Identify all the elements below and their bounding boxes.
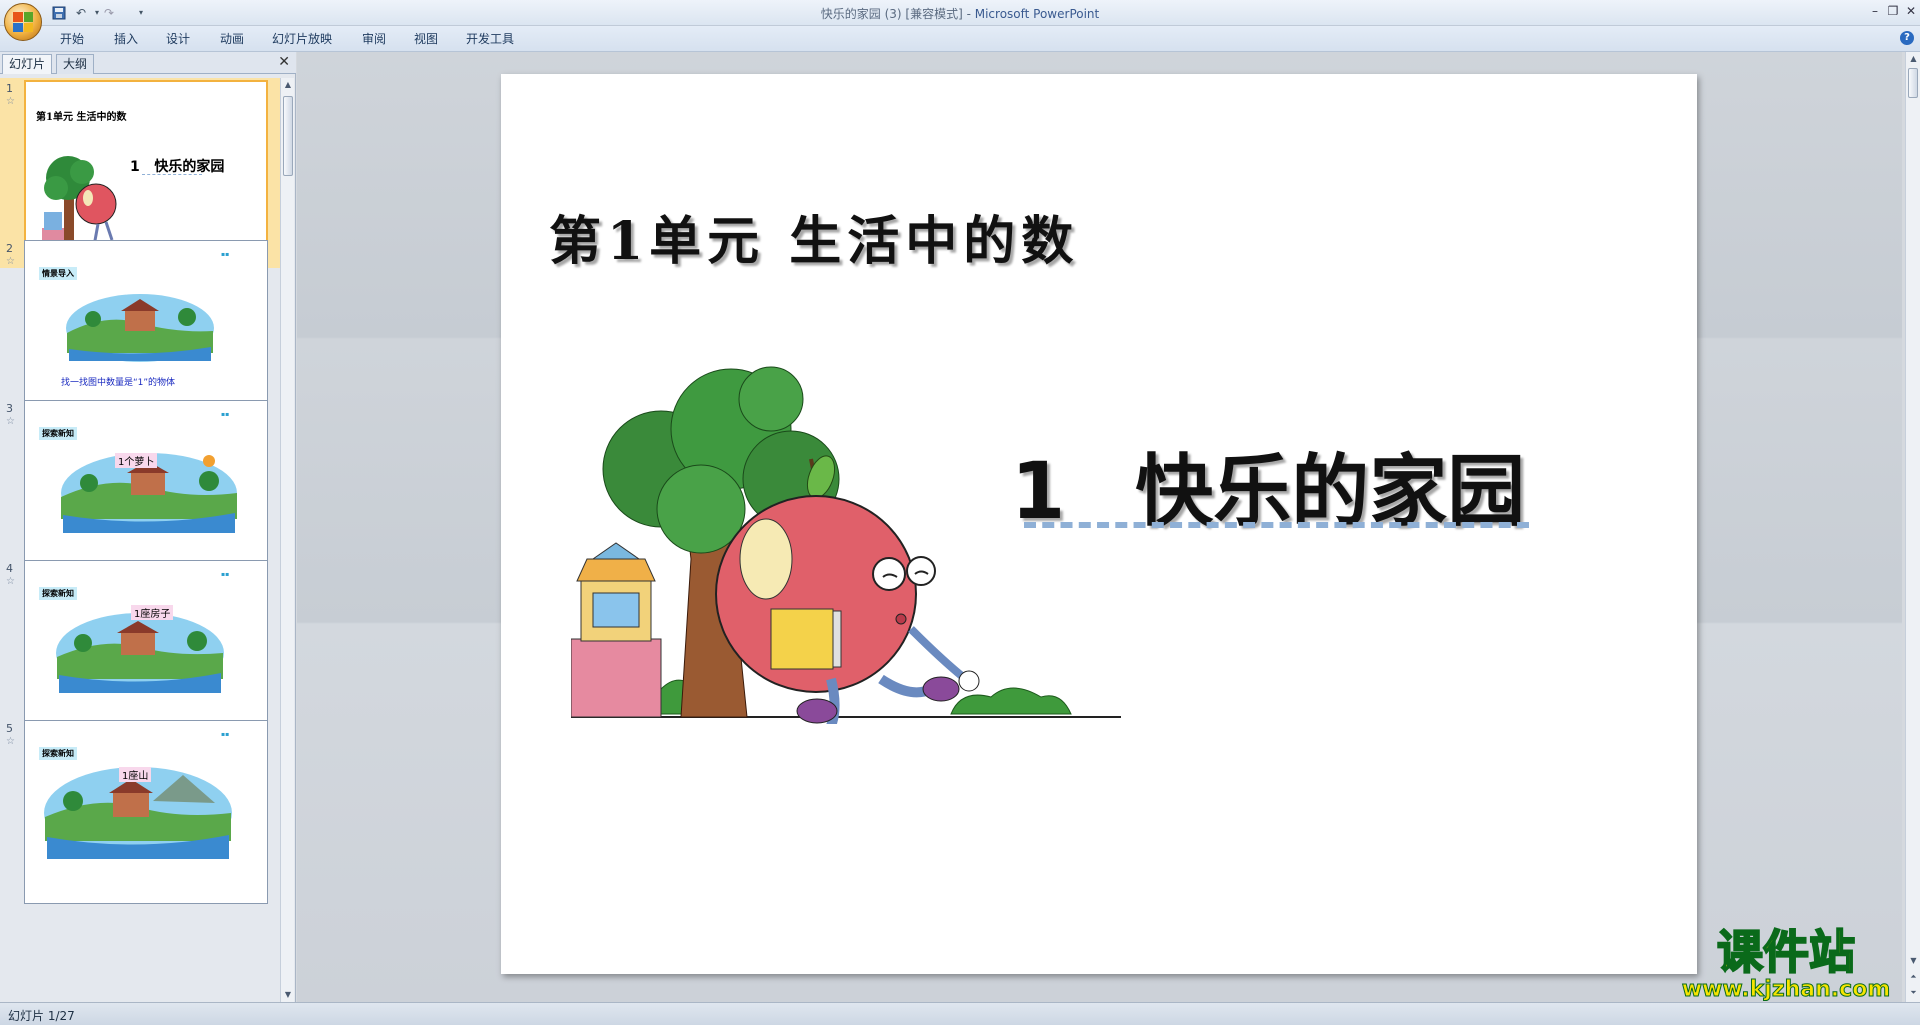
title-bar: ↶ ▾ ↷ ▾ 快乐的家园 (3) [兼容模式] - Microsoft Pow… bbox=[0, 0, 1920, 41]
thumb-tag: 探索新知 bbox=[39, 747, 77, 760]
window-title: 快乐的家园 (3) [兼容模式] - Microsoft PowerPoint bbox=[0, 5, 1920, 22]
thumbnail-scrollbar[interactable]: ▲ ▼ bbox=[280, 78, 294, 1002]
thumbnail-canvas: ▪▪ 探索新知 1座房子 bbox=[24, 560, 268, 744]
status-bar: 幻灯片 1/27 bbox=[0, 1002, 1920, 1025]
slide-number: 5 bbox=[6, 722, 13, 735]
scroll-up-icon[interactable]: ▲ bbox=[1906, 52, 1920, 66]
slide-number: 4 bbox=[6, 562, 13, 575]
document-name: 快乐的家园 (3) [兼容模式] bbox=[820, 7, 963, 21]
help-icon[interactable]: ? bbox=[1900, 31, 1914, 45]
tab-slideshow[interactable]: 幻灯片放映 bbox=[272, 30, 332, 48]
scroll-thumb[interactable] bbox=[283, 96, 293, 176]
slide-number: 2 bbox=[6, 242, 13, 255]
watermark-text: 课件站 bbox=[1717, 925, 1855, 979]
thumbnail-canvas: ▪▪ 探索新知 1座山 bbox=[24, 720, 268, 904]
tab-animations[interactable]: 动画 bbox=[220, 30, 244, 48]
tab-insert[interactable]: 插入 bbox=[114, 30, 138, 48]
thumbnail-canvas: ▪▪ 情景导入 找一找图中数量是“1”的物体 bbox=[24, 240, 268, 424]
thumbnail-canvas: 第1单元 生活中的数 1 快乐的家园 bbox=[24, 80, 268, 264]
slide-number: 1 bbox=[6, 82, 13, 95]
tab-view[interactable]: 视图 bbox=[414, 30, 438, 48]
unit-title[interactable]: 第1单元 生活中的数 bbox=[549, 199, 1079, 274]
previous-slide-icon[interactable]: ⏶ bbox=[1906, 970, 1920, 984]
slide-thumbnail-5[interactable]: 5 ☆ ▪▪ 探索新知 1座山 bbox=[0, 718, 280, 908]
tab-design[interactable]: 设计 bbox=[166, 30, 190, 48]
thumbnail-canvas: ▪▪ 探索新知 1个萝卜 bbox=[24, 400, 268, 584]
slide-scrollbar[interactable]: ▲ ▼ ⏶ ⏷ bbox=[1905, 52, 1920, 1002]
village-scene-illustration bbox=[56, 613, 224, 693]
tab-review[interactable]: 审阅 bbox=[362, 30, 386, 48]
thumb-label: 1座山 bbox=[119, 767, 152, 782]
thumb-tag: 探索新知 bbox=[39, 587, 77, 600]
transition-icon: ☆ bbox=[6, 256, 15, 267]
ribbon-tabs: 开始 插入 设计 动画 幻灯片放映 审阅 视图 开发工具 ? bbox=[0, 26, 1920, 52]
watermark-graphic: 课件站 www.kjzhan.com bbox=[1681, 924, 1891, 1003]
tab-outline[interactable]: 大纲 bbox=[56, 54, 95, 74]
watermark-logo: 课件站 www.kjzhan.com bbox=[1668, 922, 1904, 1003]
thumb-label: 1座房子 bbox=[131, 605, 174, 620]
scroll-up-icon[interactable]: ▲ bbox=[281, 78, 295, 92]
apple-character-illustration bbox=[571, 366, 1121, 724]
office-logo-icon bbox=[13, 12, 33, 32]
scroll-down-icon[interactable]: ▼ bbox=[281, 988, 295, 1002]
tab-developer[interactable]: 开发工具 bbox=[466, 30, 514, 48]
next-slide-icon[interactable]: ⏷ bbox=[1906, 986, 1920, 1000]
slide-editing-area: 第1单元 生活中的数 1 快乐的家园 bbox=[297, 52, 1902, 1002]
scroll-thumb[interactable] bbox=[1908, 68, 1918, 98]
thumb-tag: 情景导入 bbox=[39, 267, 77, 280]
tab-home[interactable]: 开始 bbox=[60, 30, 84, 48]
thumb-caption: 找一找图中数量是“1”的物体 bbox=[61, 378, 176, 388]
transition-icon: ☆ bbox=[6, 96, 15, 107]
village-scene-illustration bbox=[66, 294, 214, 362]
slides-pane: 幻灯片 大纲 ✕ 1 ☆ 第1单元 生活中的数 1 快乐的家园 2 ☆ ▪▪ 情… bbox=[0, 52, 296, 1002]
pane-tabs: 幻灯片 大纲 ✕ bbox=[0, 52, 296, 74]
close-pane-icon[interactable]: ✕ bbox=[278, 55, 290, 69]
tab-slides[interactable]: 幻灯片 bbox=[2, 54, 53, 74]
title-separator: - bbox=[962, 7, 975, 21]
scroll-down-icon[interactable]: ▼ bbox=[1906, 954, 1920, 968]
transition-icon: ☆ bbox=[6, 736, 15, 747]
thumb-tag: 探索新知 bbox=[39, 427, 77, 440]
thumb-heading: 第1单元 生活中的数 bbox=[36, 112, 127, 123]
thumb-label: 1个萝卜 bbox=[115, 453, 158, 468]
transition-icon: ☆ bbox=[6, 576, 15, 587]
thumb-logo: ▪▪ bbox=[221, 731, 230, 738]
thumb-logo: ▪▪ bbox=[221, 251, 230, 258]
app-name: Microsoft PowerPoint bbox=[974, 7, 1100, 21]
slide-canvas[interactable]: 第1单元 生活中的数 1 快乐的家园 bbox=[501, 74, 1697, 974]
slide-counter: 幻灯片 1/27 bbox=[8, 1009, 75, 1023]
close-window-button[interactable]: ✕ bbox=[1900, 2, 1920, 20]
watermark-url: www.kjzhan.com bbox=[1682, 977, 1891, 1002]
thumb-logo: ▪▪ bbox=[221, 411, 230, 418]
thumbnail-list: 1 ☆ 第1单元 生活中的数 1 快乐的家园 2 ☆ ▪▪ 情景导入 找一找图中… bbox=[0, 78, 280, 1002]
slide-number: 3 bbox=[6, 402, 13, 415]
transition-icon: ☆ bbox=[6, 416, 15, 427]
thumb-logo: ▪▪ bbox=[221, 571, 230, 578]
office-button[interactable] bbox=[4, 3, 42, 41]
